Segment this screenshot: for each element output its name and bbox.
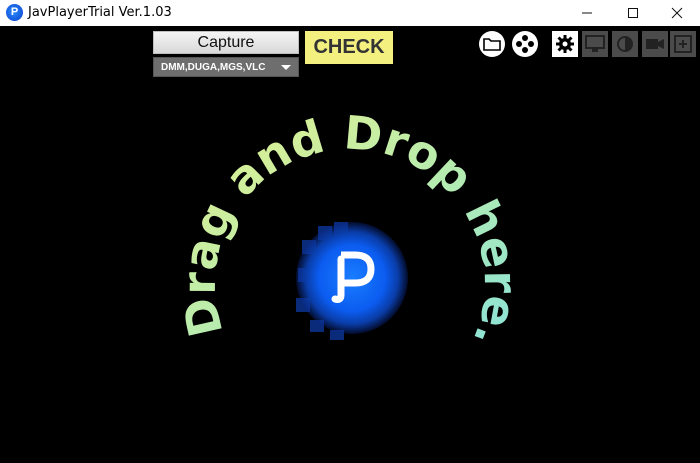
open-folder-button[interactable] (479, 31, 505, 57)
add-frame-button[interactable] (670, 31, 696, 57)
gamepad-button[interactable] (512, 31, 538, 57)
gamepad-icon (516, 35, 534, 53)
close-icon (671, 7, 683, 19)
drop-zone[interactable]: Drag and Drop here. (0, 26, 700, 463)
video-camera-icon (646, 39, 664, 49)
contrast-button[interactable] (612, 31, 638, 57)
minimize-button[interactable] (564, 0, 610, 26)
capture-button[interactable]: Capture (153, 31, 299, 54)
monitor-icon (585, 35, 605, 52)
settings-button[interactable] (552, 31, 578, 57)
record-video-button[interactable] (642, 31, 668, 57)
folder-icon (483, 38, 501, 51)
maximize-icon (628, 8, 638, 18)
display-button[interactable] (582, 31, 608, 57)
chevron-down-icon (281, 65, 291, 70)
source-dropdown[interactable]: DMM,DUGA,MGS,VLC (153, 57, 299, 77)
minimize-icon (582, 12, 592, 14)
close-button[interactable] (654, 0, 700, 26)
check-button[interactable]: CHECK (305, 31, 393, 64)
source-dropdown-value: DMM,DUGA,MGS,VLC (161, 61, 266, 73)
drop-instruction-text: Drag and Drop here. (172, 105, 528, 355)
add-frame-icon (674, 35, 692, 53)
app-logo-icon: P (6, 4, 23, 21)
contrast-icon (617, 36, 633, 52)
settings-gear-icon (556, 35, 574, 53)
window-title: JavPlayerTrial Ver.1.03 (28, 5, 172, 20)
maximize-button[interactable] (610, 0, 656, 26)
title-bar: P JavPlayerTrial Ver.1.03 (0, 0, 700, 26)
